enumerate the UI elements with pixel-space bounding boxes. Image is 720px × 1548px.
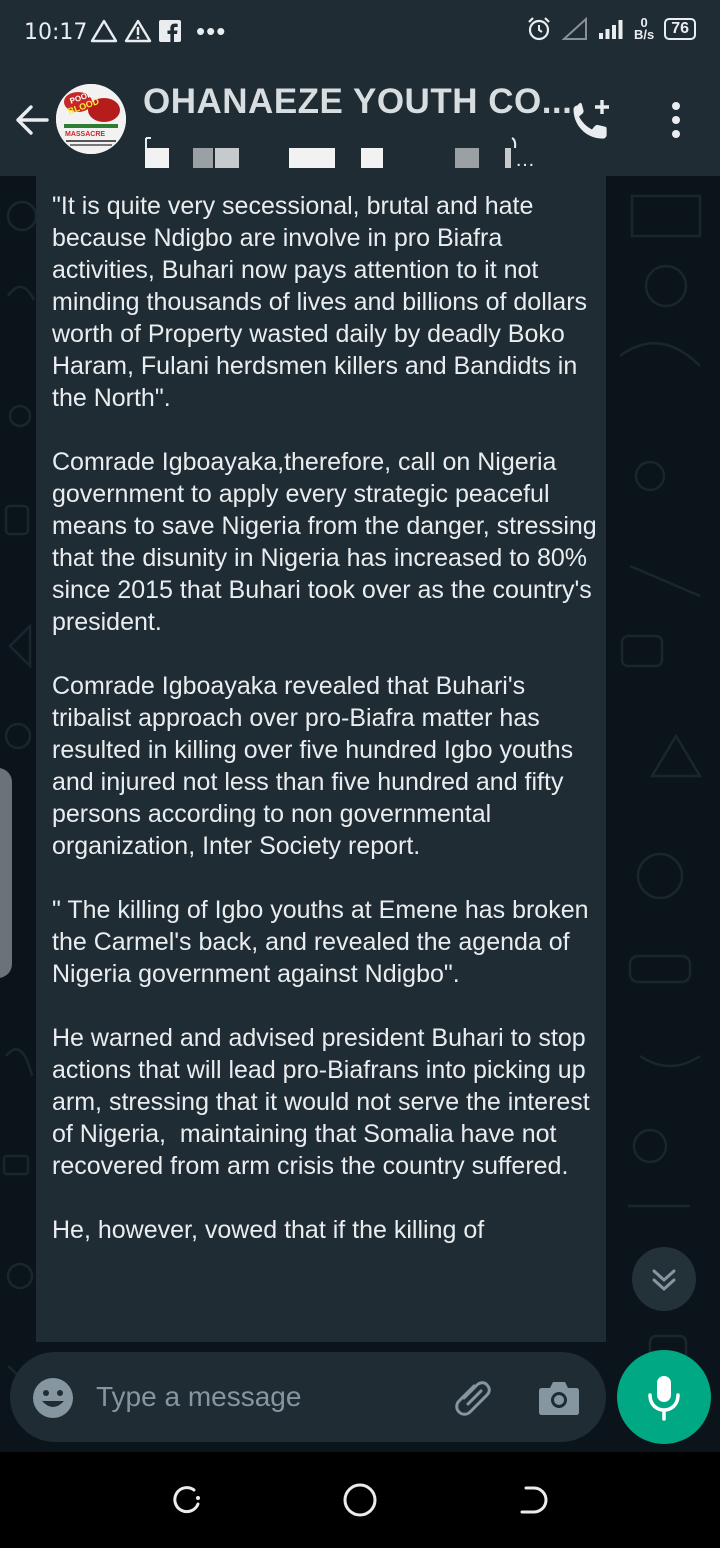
avatar-image: POOL BLOOD MASSACRE <box>56 84 126 154</box>
network-speed: 0 B/s <box>633 16 655 42</box>
chat-header: POOL BLOOD MASSACRE OHANAEZE YOUTH CO...… <box>0 64 720 176</box>
camera-icon[interactable] <box>538 1378 580 1416</box>
status-bar: 10:17 ••• 0 B/s 76 <box>0 0 720 64</box>
warning-icon <box>124 19 152 43</box>
network-speed-unit: B/s <box>633 27 655 42</box>
home-icon[interactable] <box>342 1480 378 1520</box>
chat-title[interactable]: OHANAEZE YOUTH CO... <box>143 82 572 122</box>
chat-area[interactable]: "It is quite very secessional, brutal an… <box>0 176 720 1452</box>
avatar-text-massacre: MASSACRE <box>65 131 105 138</box>
scroll-to-bottom-button[interactable] <box>632 1247 696 1311</box>
attach-icon[interactable] <box>450 1376 494 1420</box>
double-chevron-down-icon <box>652 1269 676 1291</box>
alarm-icon <box>528 17 550 41</box>
message-bubble[interactable]: "It is quite very secessional, brutal an… <box>36 176 606 1342</box>
status-time: 10:17 <box>24 20 88 45</box>
message-input[interactable] <box>96 1374 426 1420</box>
edge-panel-handle[interactable] <box>0 768 12 978</box>
recent-apps-icon[interactable] <box>170 1480 204 1520</box>
warning-outline-icon <box>90 19 118 43</box>
message-text: "It is quite very secessional, brutal an… <box>52 192 597 1244</box>
participants-subtitle[interactable]: … <box>143 134 543 170</box>
emoji-icon[interactable] <box>32 1377 74 1419</box>
add-call-icon[interactable] <box>568 96 616 144</box>
svg-text:…: … <box>515 149 535 170</box>
more-notifications-icon: ••• <box>196 16 227 46</box>
system-icons: 0 B/s 76 <box>526 16 696 42</box>
more-vert-icon[interactable] <box>662 100 690 140</box>
signal-bars-icon <box>598 20 623 39</box>
system-nav-bar <box>0 1452 720 1548</box>
notification-icons: ••• <box>90 18 226 44</box>
back-arrow-icon[interactable] <box>14 102 50 138</box>
mic-icon <box>648 1376 680 1421</box>
facebook-icon <box>159 20 181 43</box>
battery-indicator: 76 <box>664 18 696 40</box>
signal-empty-icon <box>561 17 587 40</box>
back-nav-icon[interactable] <box>516 1480 550 1520</box>
group-avatar[interactable]: POOL BLOOD MASSACRE <box>56 84 126 154</box>
mic-button[interactable] <box>617 1350 711 1444</box>
message-composer <box>10 1352 606 1442</box>
